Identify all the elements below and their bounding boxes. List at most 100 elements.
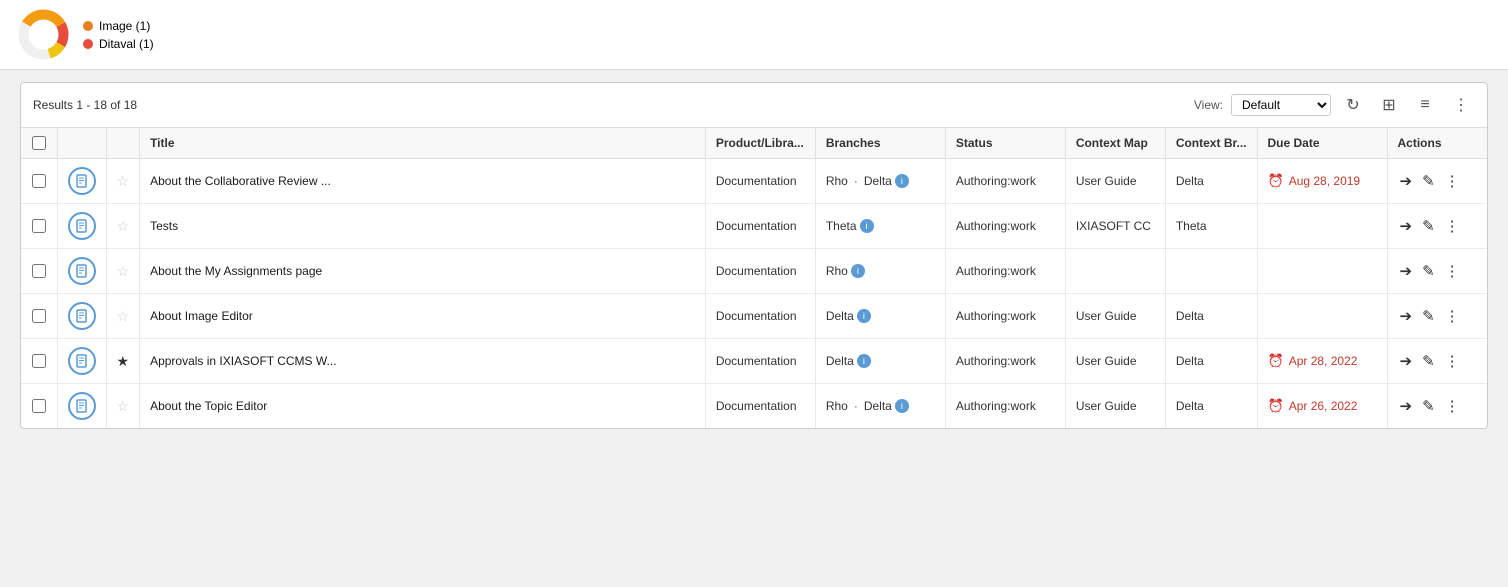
send-button-5[interactable]: ➔ [1398, 395, 1415, 417]
row-check-cell [21, 249, 57, 294]
star-button-4[interactable]: ★ [117, 353, 130, 370]
row-star-cell: ★ [106, 339, 140, 384]
row-title-3: About Image Editor [150, 309, 253, 323]
view-select[interactable]: Default Compact Comfortable [1231, 94, 1331, 116]
row-status-cell: Authoring:work [945, 249, 1065, 294]
send-button-3[interactable]: ➔ [1398, 305, 1415, 327]
star-button-1[interactable]: ☆ [117, 218, 130, 235]
row-checkbox-4[interactable] [32, 354, 46, 368]
doc-type-icon [68, 257, 96, 285]
row-icon-cell [57, 249, 106, 294]
row-status-cell: Authoring:work [945, 159, 1065, 204]
edit-button-2[interactable]: ✎ [1420, 260, 1437, 282]
row-branches-cell: Rho · Delta i [815, 384, 945, 429]
branch-info-icon-5[interactable]: i [895, 399, 909, 413]
donut-chart [16, 7, 71, 62]
edit-button-5[interactable]: ✎ [1420, 395, 1437, 417]
results-table: Title Product/Libra... Branches Status C… [21, 128, 1487, 428]
row-status-cell: Authoring:work [945, 339, 1065, 384]
row-duedate-cell [1257, 294, 1387, 339]
row-contextbr-cell: Theta [1165, 204, 1257, 249]
send-button-4[interactable]: ➔ [1398, 350, 1415, 372]
columns-button[interactable]: ⊞ [1375, 91, 1403, 119]
row-contextbr-cell: Delta [1165, 339, 1257, 384]
more-button-3[interactable]: ⋮ [1443, 305, 1462, 327]
edit-button-4[interactable]: ✎ [1420, 350, 1437, 372]
view-label: View: [1194, 98, 1223, 112]
row-check-cell [21, 339, 57, 384]
edit-button-3[interactable]: ✎ [1420, 305, 1437, 327]
more-button-1[interactable]: ⋮ [1443, 215, 1462, 237]
clock-icon-5: ⏰ [1268, 398, 1284, 414]
branch-info-icon-0[interactable]: i [895, 174, 909, 188]
row-product-cell: Documentation [705, 294, 815, 339]
header-status: Status [945, 128, 1065, 159]
header-star [106, 128, 140, 159]
row-checkbox-2[interactable] [32, 264, 46, 278]
branch-info-icon-4[interactable]: i [857, 354, 871, 368]
select-all-checkbox[interactable] [32, 136, 46, 150]
header-product: Product/Libra... [705, 128, 815, 159]
send-button-2[interactable]: ➔ [1398, 260, 1415, 282]
more-button-4[interactable]: ⋮ [1443, 350, 1462, 372]
actions-group-5: ➔ ✎ ⋮ [1398, 395, 1478, 417]
edit-button-1[interactable]: ✎ [1420, 215, 1437, 237]
row-duedate-cell: ⏰Apr 28, 2022 [1257, 339, 1387, 384]
table-row: ☆ About the Collaborative Review ... Doc… [21, 159, 1487, 204]
star-button-3[interactable]: ☆ [117, 308, 130, 325]
branch-info-icon-2[interactable]: i [851, 264, 865, 278]
row-title-0: About the Collaborative Review ... [150, 174, 331, 188]
row-checkbox-3[interactable] [32, 309, 46, 323]
top-legend-area: Image (1) Ditaval (1) [0, 0, 1508, 70]
star-button-0[interactable]: ☆ [117, 173, 130, 190]
row-icon-cell [57, 294, 106, 339]
more-button-5[interactable]: ⋮ [1443, 395, 1462, 417]
legend-dot-image [83, 21, 93, 31]
branch-info-icon-3[interactable]: i [857, 309, 871, 323]
header-actions: Actions [1387, 128, 1487, 159]
row-checkbox-5[interactable] [32, 399, 46, 413]
star-button-2[interactable]: ☆ [117, 263, 130, 280]
row-contextmap-cell [1065, 249, 1165, 294]
actions-group-2: ➔ ✎ ⋮ [1398, 260, 1478, 282]
row-actions-cell: ➔ ✎ ⋮ [1387, 384, 1487, 429]
row-title-cell: Approvals in IXIASOFT CCMS W... [140, 339, 706, 384]
toolbar: Results 1 - 18 of 18 View: Default Compa… [21, 83, 1487, 128]
results-count: Results 1 - 18 of 18 [33, 98, 1186, 112]
row-contextbr-cell: Delta [1165, 384, 1257, 429]
row-product-cell: Documentation [705, 339, 815, 384]
doc-type-icon [68, 167, 96, 195]
row-status-cell: Authoring:work [945, 204, 1065, 249]
branch-tag-3: Delta i [826, 309, 871, 323]
row-duedate-cell: ⏰Aug 28, 2019 [1257, 159, 1387, 204]
chart-legend: Image (1) Ditaval (1) [83, 19, 154, 51]
refresh-button[interactable]: ↻ [1339, 91, 1367, 119]
row-checkbox-0[interactable] [32, 174, 46, 188]
actions-group-3: ➔ ✎ ⋮ [1398, 305, 1478, 327]
row-product-cell: Documentation [705, 384, 815, 429]
row-contextmap-cell: User Guide [1065, 294, 1165, 339]
more-button-2[interactable]: ⋮ [1443, 260, 1462, 282]
row-actions-cell: ➔ ✎ ⋮ [1387, 204, 1487, 249]
row-branches-cell: Delta i [815, 339, 945, 384]
header-branches: Branches [815, 128, 945, 159]
edit-button-0[interactable]: ✎ [1420, 170, 1437, 192]
more-options-button[interactable]: ⋮ [1447, 91, 1475, 119]
send-button-0[interactable]: ➔ [1398, 170, 1415, 192]
star-button-5[interactable]: ☆ [117, 398, 130, 415]
row-checkbox-1[interactable] [32, 219, 46, 233]
actions-group-4: ➔ ✎ ⋮ [1398, 350, 1478, 372]
row-duedate-cell [1257, 204, 1387, 249]
send-button-1[interactable]: ➔ [1398, 215, 1415, 237]
row-title-5: About the Topic Editor [150, 399, 267, 413]
branch-tag-4: Delta i [826, 354, 871, 368]
filter-button[interactable]: ≡ [1411, 91, 1439, 119]
table-row: ☆ About Image Editor Documentation Delta… [21, 294, 1487, 339]
doc-type-icon [68, 212, 96, 240]
doc-type-icon [68, 392, 96, 420]
doc-type-icon [68, 347, 96, 375]
branch-info-icon-1[interactable]: i [860, 219, 874, 233]
more-button-0[interactable]: ⋮ [1443, 170, 1462, 192]
table-row: ☆ About the My Assignments page Document… [21, 249, 1487, 294]
row-contextbr-cell: Delta [1165, 159, 1257, 204]
